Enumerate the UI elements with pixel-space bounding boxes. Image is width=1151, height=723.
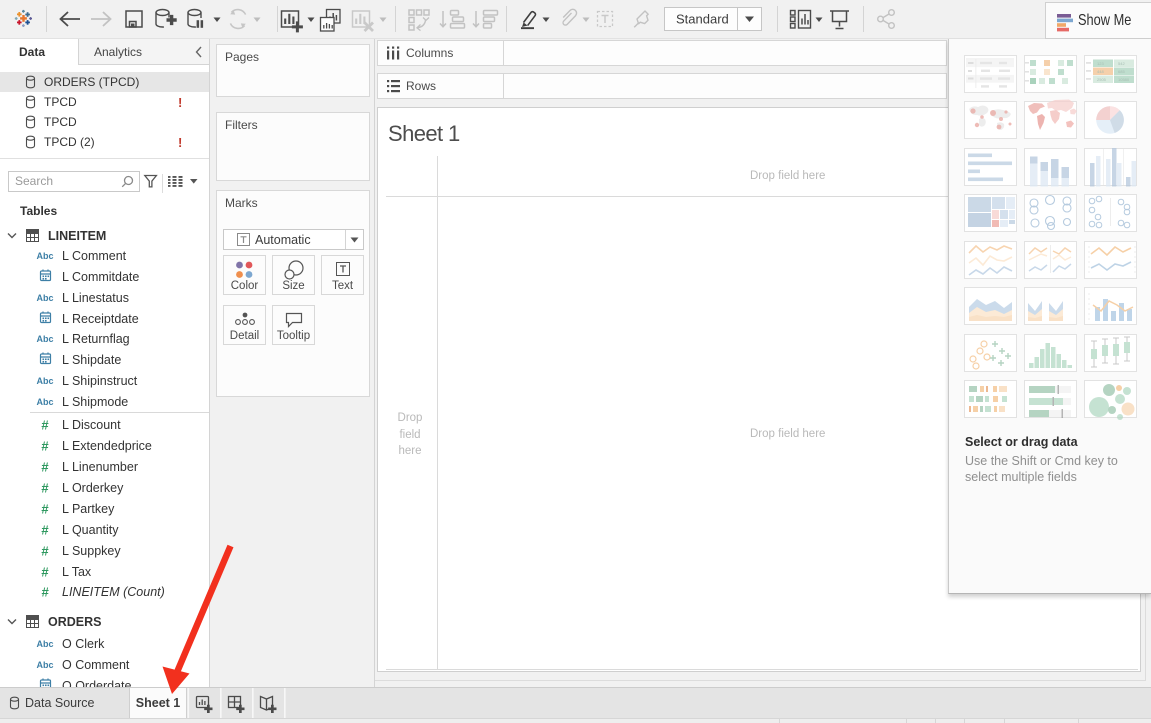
svg-text:448: 448: [1097, 69, 1104, 74]
svg-text:685: 685: [1118, 69, 1125, 74]
svg-text:10580: 10580: [1118, 77, 1130, 82]
svg-text:2505: 2505: [1097, 77, 1107, 82]
svg-text:123: 123: [1097, 61, 1104, 66]
svg-text:542: 542: [1118, 61, 1125, 66]
svg-text:Automatic: Automatic: [255, 233, 311, 247]
svg-text:Standard: Standard: [676, 12, 729, 27]
